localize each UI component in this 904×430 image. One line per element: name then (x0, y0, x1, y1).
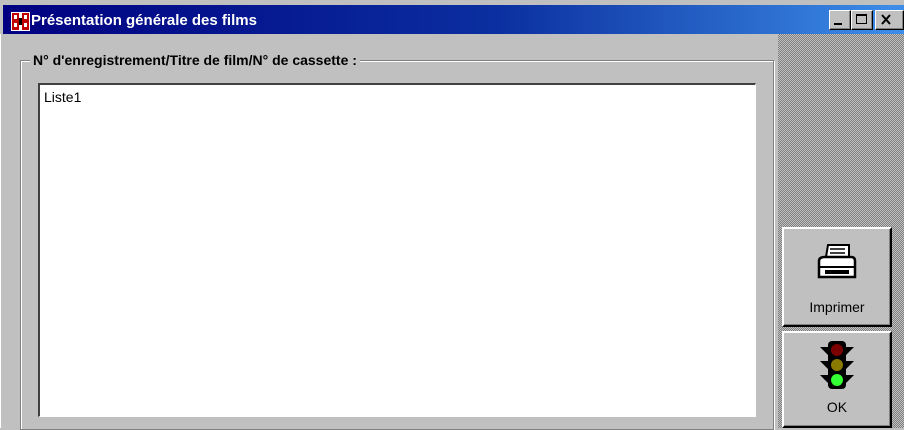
maximize-button[interactable] (851, 10, 873, 30)
minimize-icon (834, 23, 842, 25)
app-icon (11, 12, 30, 31)
window-left-border (0, 34, 8, 428)
film-list[interactable]: Liste1 (38, 83, 756, 417)
group-label: N° d'enregistrement/Titre de film/N° de … (30, 51, 360, 69)
ok-button-label: OK (826, 399, 848, 415)
traffic-light-icon (820, 341, 854, 389)
list-item[interactable]: Liste1 (44, 89, 81, 105)
title-bar[interactable]: Présentation générale des films (3, 5, 904, 34)
print-button[interactable]: Imprimer (782, 227, 892, 327)
maximize-icon (856, 14, 867, 24)
minimize-button[interactable] (829, 10, 851, 30)
window-title: Présentation générale des films (31, 12, 257, 29)
ok-button[interactable]: OK (782, 331, 892, 428)
close-icon (881, 14, 891, 25)
main-window: Présentation générale des films N° d'enr… (0, 0, 904, 430)
close-button[interactable] (875, 10, 904, 30)
printer-icon (817, 244, 857, 279)
print-button-label: Imprimer (809, 299, 865, 315)
